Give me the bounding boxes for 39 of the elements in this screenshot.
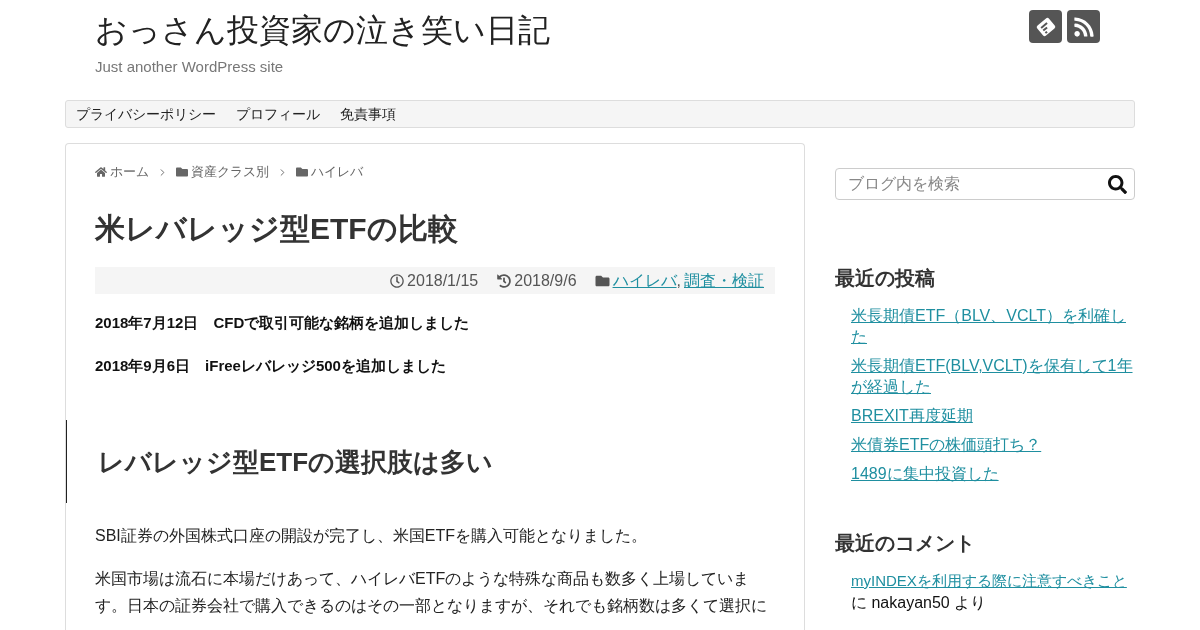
category-link[interactable]: 調査・検証 [684, 270, 764, 291]
post-link[interactable]: 米長期債ETF（BLV、VCLT）を利確した [851, 305, 1135, 347]
widget-heading: 最近の投稿 [835, 266, 936, 291]
folder-icon [296, 166, 308, 178]
breadcrumb-link[interactable]: ハイレバ [296, 163, 363, 181]
site-title[interactable]: おっさん投資家の泣き笑い日記 [95, 11, 550, 49]
nav-link[interactable]: 免責事項 [330, 104, 406, 124]
category-link[interactable]: ハイレバ [612, 270, 677, 291]
feed-reader-icon[interactable] [1029, 10, 1062, 43]
breadcrumb-link[interactable]: 資産クラス別 [176, 163, 269, 181]
update-notice: 2018年9月6日 iFreeレバレッジ500を追加しました [95, 356, 447, 376]
section-heading: レバレッジ型ETFの選択肢は多い [66, 420, 775, 503]
post-link[interactable]: 米債券ETFの株価頭打ち？ [851, 434, 1135, 455]
folder-icon [176, 166, 188, 178]
widget-heading: 最近のコメント [835, 531, 976, 556]
body-paragraph: SBI証券の外国株式口座の開設が完了し、米国ETFを購入可能となりました。 [95, 526, 648, 546]
nav-link[interactable]: プロフィール [226, 104, 330, 124]
update-notice: 2018年7月12日 CFDで取引可能な銘柄を追加しました [95, 313, 471, 333]
separator-text: , [676, 270, 681, 291]
updated-date: 2018/9/6 [514, 270, 577, 291]
site-tagline: Just another WordPress site [95, 57, 285, 77]
breadcrumb-link[interactable]: ホーム [95, 163, 149, 181]
clock-icon [390, 273, 405, 288]
post-link[interactable]: 1489に集中投資した [851, 463, 1135, 484]
search-field[interactable]: ブログ内を検索 [835, 168, 1135, 200]
body-paragraph: 米国市場は流石に本場だけあって、ハイレバETFのような特殊な商品も数多く上場しています。日本の証券会社で購入できるのはその一部となりますが、それでも銘柄数は多くて選択に [95, 569, 768, 616]
comment-author-text: に nakayan50 より [851, 594, 987, 611]
post-link[interactable]: BREXIT再度延期 [851, 405, 1135, 426]
nav-link[interactable]: プライバシーポリシー [66, 104, 226, 124]
published-date: 2018/1/15 [407, 270, 479, 291]
search-button[interactable] [1107, 174, 1127, 194]
article-title: 米レバレッジ型ETFの比較 [95, 211, 459, 247]
search-icon [1107, 174, 1127, 194]
rss-icon[interactable] [1067, 10, 1100, 43]
post-link[interactable]: 米長期債ETF(BLV,VCLT)を保有して1年が経過した [851, 355, 1135, 397]
comment-post-link[interactable]: myINDEXを利用する際に注意すべきこと [851, 572, 1127, 589]
history-icon [497, 273, 512, 288]
home-icon [95, 166, 107, 178]
folder-icon [594, 273, 610, 288]
